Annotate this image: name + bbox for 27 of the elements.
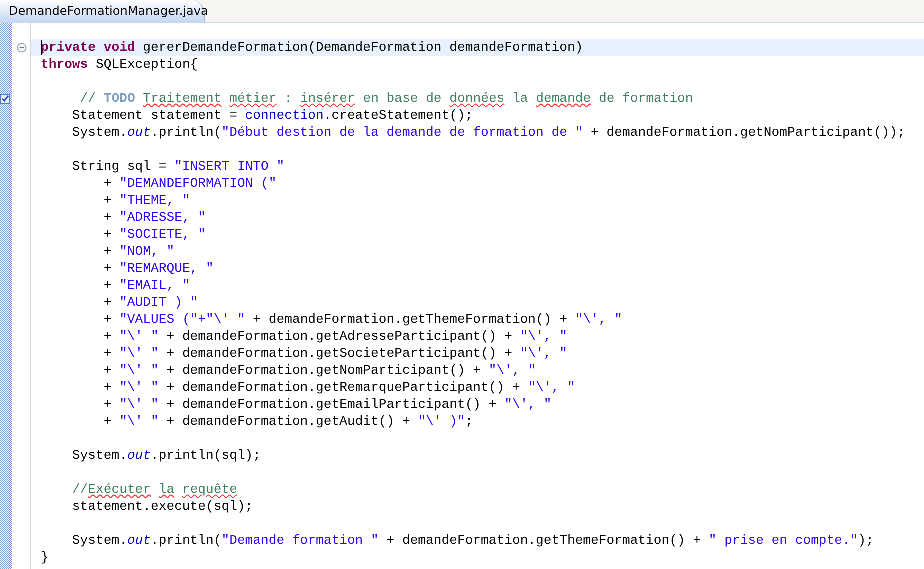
code-line: } (40, 549, 50, 566)
code-line: + "VALUES ("+"\' " + demandeFormation.getThemeFormation() + "\', " (102, 311, 624, 328)
code-line: + "\' " + demandeFormation.getAdresseParticipant() + "\', " (102, 328, 568, 345)
code-line: + "\' " + demandeFormation.getNomParticipant() + "\', " (102, 362, 538, 379)
code-line: // TODO Traitement métier : insérer en base de données la demande de formation (79, 90, 694, 107)
code-line: + "\' " + demandeFormation.getSocieteParticipant() + "\', " (102, 345, 568, 362)
code-line: + "AUDIT ) " (102, 294, 200, 311)
editor-tab[interactable]: DemandeFormationManager.java (0, 0, 205, 22)
code-line: + "\' " + demandeFormation.getAudit() + "\' )"; (102, 413, 474, 430)
collapse-icon[interactable] (16, 42, 26, 52)
code-line: System.out.println("Demande formation " + demandeFormation.getThemeFormation() + " prise en compte."); (71, 532, 875, 549)
code-line: + "NOM, " (102, 243, 176, 260)
code-line: + "ADRESSE, " (102, 209, 208, 226)
code-line: + "EMAIL, " (102, 277, 192, 294)
code-line: String sql = "INSERT INTO " (71, 158, 286, 175)
code-line: + "REMARQUE, " (102, 260, 215, 277)
code-line: + "THEME, " (102, 192, 192, 209)
code-line: Statement statement = connection.createStatement(); (71, 107, 474, 124)
code-line: System.out.println("Début destion de la demande de formation de " + demandeFormation.getNomParticipant()); (71, 124, 906, 141)
code-line: + "\' " + demandeFormation.getRemarqueParticipant() + "\', " (102, 379, 576, 396)
code-line: //Exécuter la requête (71, 481, 238, 498)
code-line: System.out.println(sql); (71, 447, 262, 464)
code-line: throws SQLException{ (40, 56, 200, 73)
code-line: statement.execute(sql); (71, 498, 254, 515)
code-line: + "\' " + demandeFormation.getEmailParticipant() + "\', " (102, 396, 553, 413)
code-line: + "DEMANDEFORMATION (" (102, 175, 278, 192)
code-line: + "SOCIETE, " (102, 226, 208, 243)
